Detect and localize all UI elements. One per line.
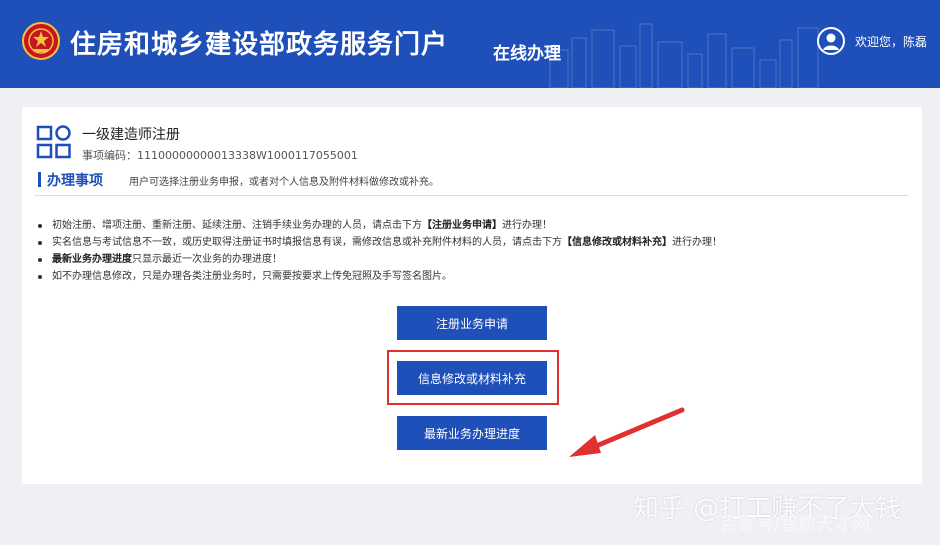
grid-apps-icon [36, 125, 71, 159]
list-item: 初始注册、增项注册、重新注册、延续注册、注销手续业务办理的人员，请点击下方【注册… [36, 217, 906, 234]
welcome-user-text[interactable]: 欢迎您，陈磊 [855, 33, 927, 50]
top-header: 住房和城乡建设部政务服务门户 在线办理 欢迎您，陈磊 [0, 0, 940, 88]
list-item: 实名信息与考试信息不一致，或历史取得注册证书时填报信息有误，需修改信息或补充附件… [36, 234, 906, 251]
list-item: 最新业务办理进度只显示最近一次业务的办理进度！ [36, 251, 906, 268]
divider [34, 195, 908, 196]
baijiahao-watermark: 百家号/智质天才网 [720, 514, 871, 535]
register-application-button[interactable]: 注册业务申请 [397, 306, 547, 340]
national-emblem-icon [22, 22, 60, 60]
list-item: 如不办理信息修改，只是办理各类注册业务时，只需要按要求上传免冠照及手写签名图片。 [36, 268, 906, 285]
user-avatar-icon[interactable] [817, 27, 845, 55]
item-title: 一级建造师注册 [82, 127, 180, 143]
section-title: 办理事项 [47, 173, 103, 189]
section-accent-bar [38, 172, 41, 187]
item-code: 事项编码：11100000000013338W1000117055001 [82, 149, 358, 162]
latest-progress-button[interactable]: 最新业务办理进度 [397, 416, 547, 450]
modify-info-button[interactable]: 信息修改或材料补充 [397, 361, 547, 395]
main-panel: 一级建造师注册 事项编码：11100000000013338W100011705… [22, 107, 922, 484]
online-service-label: 在线办理 [493, 44, 561, 64]
notes-list: 初始注册、增项注册、重新注册、延续注册、注销手续业务办理的人员，请点击下方【注册… [36, 217, 906, 285]
city-skyline-decoration [549, 23, 819, 88]
section-description: 用户可选择注册业务申报，或者对个人信息及附件材料做修改或补充。 [129, 177, 439, 188]
red-arrow-annotation [569, 407, 685, 457]
site-title: 住房和城乡建设部政务服务门户 [70, 30, 449, 60]
